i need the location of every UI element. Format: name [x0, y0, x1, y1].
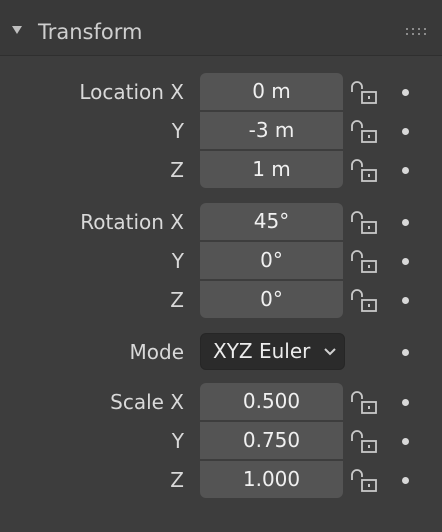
- triangle-down-icon[interactable]: [12, 26, 22, 34]
- lock-open-icon[interactable]: [349, 158, 381, 184]
- rotation-y-field[interactable]: 0°: [200, 242, 343, 279]
- keyframe-dot-icon[interactable]: [402, 438, 409, 445]
- scale-y-field[interactable]: 0.750: [200, 422, 343, 459]
- rotation-y-row: Y 0°: [0, 242, 442, 280]
- location-x-row: Location X 0 m: [0, 73, 442, 111]
- keyframe-dot-icon[interactable]: [402, 167, 409, 174]
- scale-x-row: Scale X 0.500: [0, 383, 442, 421]
- lock-open-icon[interactable]: [349, 119, 381, 145]
- rotation-z-field[interactable]: 0°: [200, 281, 343, 318]
- location-y-label: Y: [171, 119, 184, 143]
- location-z-row: Z 1 m: [0, 151, 442, 189]
- rotation-x-row: Rotation X 45°: [0, 203, 442, 241]
- location-x-field[interactable]: 0 m: [200, 73, 343, 110]
- chevron-down-icon: [324, 348, 336, 356]
- scale-y-label: Y: [171, 429, 184, 453]
- location-y-field[interactable]: -3 m: [200, 112, 343, 149]
- location-x-label: Location X: [79, 80, 184, 104]
- rotation-mode-dropdown[interactable]: XYZ Euler: [200, 333, 345, 370]
- scale-z-field[interactable]: 1.000: [200, 461, 343, 498]
- scale-x-field[interactable]: 0.500: [200, 383, 343, 420]
- scale-z-row: Z 1.000: [0, 461, 442, 499]
- keyframe-dot-icon[interactable]: [402, 399, 409, 406]
- rotation-z-row: Z 0°: [0, 281, 442, 319]
- keyframe-dot-icon[interactable]: [402, 349, 409, 356]
- rotation-x-field[interactable]: 45°: [200, 203, 343, 240]
- rotation-x-label: Rotation X: [80, 210, 184, 234]
- location-z-label: Z: [170, 158, 184, 182]
- lock-open-icon[interactable]: [349, 210, 381, 236]
- rotation-z-label: Z: [170, 288, 184, 312]
- lock-open-icon[interactable]: [349, 429, 381, 455]
- keyframe-dot-icon[interactable]: [402, 297, 409, 304]
- keyframe-dot-icon[interactable]: [402, 258, 409, 265]
- lock-open-icon[interactable]: [349, 288, 381, 314]
- drag-handle-icon[interactable]: [406, 28, 428, 36]
- keyframe-dot-icon[interactable]: [402, 219, 409, 226]
- scale-y-row: Y 0.750: [0, 422, 442, 460]
- mode-label: Mode: [129, 340, 185, 364]
- keyframe-dot-icon[interactable]: [402, 128, 409, 135]
- lock-open-icon[interactable]: [349, 80, 381, 106]
- lock-open-icon[interactable]: [349, 249, 381, 275]
- location-y-row: Y -3 m: [0, 112, 442, 150]
- scale-z-label: Z: [170, 468, 184, 492]
- panel-header[interactable]: Transform: [0, 0, 442, 56]
- lock-open-icon[interactable]: [349, 468, 381, 494]
- rotation-y-label: Y: [171, 249, 184, 273]
- lock-open-icon[interactable]: [349, 390, 381, 416]
- scale-x-label: Scale X: [110, 390, 184, 414]
- keyframe-dot-icon[interactable]: [402, 477, 409, 484]
- transform-panel: Transform Location X 0 m Y -3 m Z 1 m Ro…: [0, 0, 442, 532]
- panel-title: Transform: [38, 20, 143, 44]
- rotation-mode-value: XYZ Euler: [213, 339, 311, 363]
- keyframe-dot-icon[interactable]: [402, 89, 409, 96]
- mode-row: Mode XYZ Euler: [0, 333, 442, 371]
- location-z-field[interactable]: 1 m: [200, 151, 343, 188]
